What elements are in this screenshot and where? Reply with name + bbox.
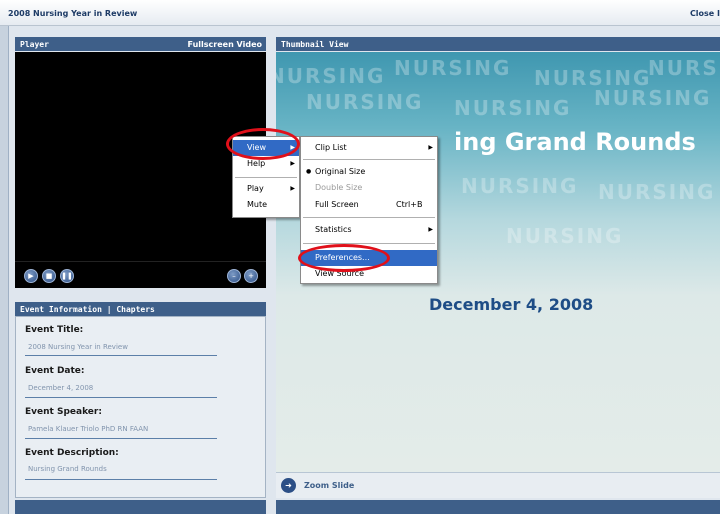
submenu-item-double-size: Double Size [301, 180, 437, 196]
volume-up-icon[interactable]: + [244, 269, 258, 283]
menu-item-label: Full Screen [315, 200, 359, 209]
menu-separator [303, 159, 435, 160]
event-description-label: Event Description: [25, 448, 119, 458]
close-button[interactable]: Close I [690, 9, 720, 18]
divider [25, 355, 217, 356]
divider [25, 397, 217, 398]
event-info-panel: Event Title: 2008 Nursing Year in Review… [15, 316, 266, 498]
player-controls: ▶ ■ ❚❚ – + [15, 261, 266, 288]
event-date-label: Event Date: [25, 366, 85, 376]
menu-item-label: Original Size [315, 167, 366, 176]
window-title-bar: 2008 Nursing Year in Review Close I [0, 0, 720, 26]
footer-strip [15, 500, 266, 514]
play-icon[interactable]: ▶ [24, 269, 38, 283]
submenu-item-statistics[interactable]: Statistics ▶ [301, 222, 437, 238]
menu-item-label: Mute [247, 200, 268, 209]
submenu-arrow-icon: ▶ [290, 160, 295, 167]
submenu-item-clip-list[interactable]: Clip List ▶ [301, 140, 437, 156]
watermark: NURSING [506, 224, 624, 248]
player-header-label: Player [20, 40, 49, 49]
window-title: 2008 Nursing Year in Review [8, 9, 138, 18]
menu-item-mute[interactable]: Mute [233, 197, 299, 213]
thumbnail-header-label: Thumbnail View [281, 40, 349, 49]
submenu-arrow-icon: ▶ [290, 185, 295, 192]
watermark: NURSING [594, 86, 712, 110]
menu-separator [303, 243, 435, 244]
event-date-value: December 4, 2008 [28, 384, 94, 392]
divider [25, 438, 217, 439]
event-title-label: Event Title: [25, 325, 84, 335]
menu-item-label: Statistics [315, 225, 352, 234]
submenu-arrow-icon: ▶ [428, 226, 433, 233]
selected-bullet-icon: ● [306, 168, 312, 175]
watermark: NURSING [394, 56, 512, 80]
menu-item-label: Help [247, 159, 266, 168]
event-speaker-value: Pamela Klauer Triolo PhD RN FAAN [28, 425, 149, 433]
shortcut-label: Ctrl+B [396, 200, 423, 209]
player-header: Player Fullscreen Video [15, 37, 266, 51]
event-speaker-label: Event Speaker: [25, 407, 102, 417]
left-edge-bar [0, 26, 9, 514]
zoom-bar: ➜ Zoom Slide [276, 472, 720, 498]
slide-date: December 4, 2008 [429, 295, 594, 314]
pause-icon[interactable]: ❚❚ [60, 269, 74, 283]
menu-item-play[interactable]: Play ▶ [233, 181, 299, 197]
annotation-ring [226, 128, 300, 160]
watermark: NURSING [461, 174, 579, 198]
stop-icon[interactable]: ■ [42, 269, 56, 283]
event-description-value: Nursing Grand Rounds [28, 465, 107, 473]
menu-separator [303, 217, 435, 218]
watermark: NURSING [306, 90, 424, 114]
thumbnail-header: Thumbnail View [276, 37, 720, 51]
watermark: NURSING [648, 56, 720, 80]
submenu-arrow-icon: ▶ [428, 144, 433, 151]
watermark: NURSING [454, 96, 572, 120]
fullscreen-video-link[interactable]: Fullscreen Video [188, 40, 262, 49]
video-player[interactable] [15, 52, 266, 261]
footer-strip [276, 500, 720, 514]
submenu-item-full-screen[interactable]: Full Screen Ctrl+B [301, 197, 437, 213]
watermark: NURSING [276, 64, 386, 88]
menu-item-label: Play [247, 184, 264, 193]
event-info-tabs[interactable]: Event Information | Chapters [20, 305, 155, 314]
volume-down-icon[interactable]: – [227, 269, 241, 283]
watermark: NURSING [598, 180, 716, 204]
menu-item-label: Clip List [315, 143, 347, 152]
zoom-slide-link[interactable]: Zoom Slide [304, 481, 354, 490]
submenu-item-original-size[interactable]: ● Original Size [301, 164, 437, 180]
event-info-header: Event Information | Chapters [15, 302, 266, 316]
zoom-arrow-icon[interactable]: ➜ [281, 478, 296, 493]
menu-item-label: Double Size [315, 183, 363, 192]
annotation-ring [298, 244, 390, 272]
event-title-value: 2008 Nursing Year in Review [28, 343, 128, 351]
menu-separator [235, 177, 297, 178]
divider [25, 479, 217, 480]
slide-title: ing Grand Rounds [454, 128, 696, 156]
